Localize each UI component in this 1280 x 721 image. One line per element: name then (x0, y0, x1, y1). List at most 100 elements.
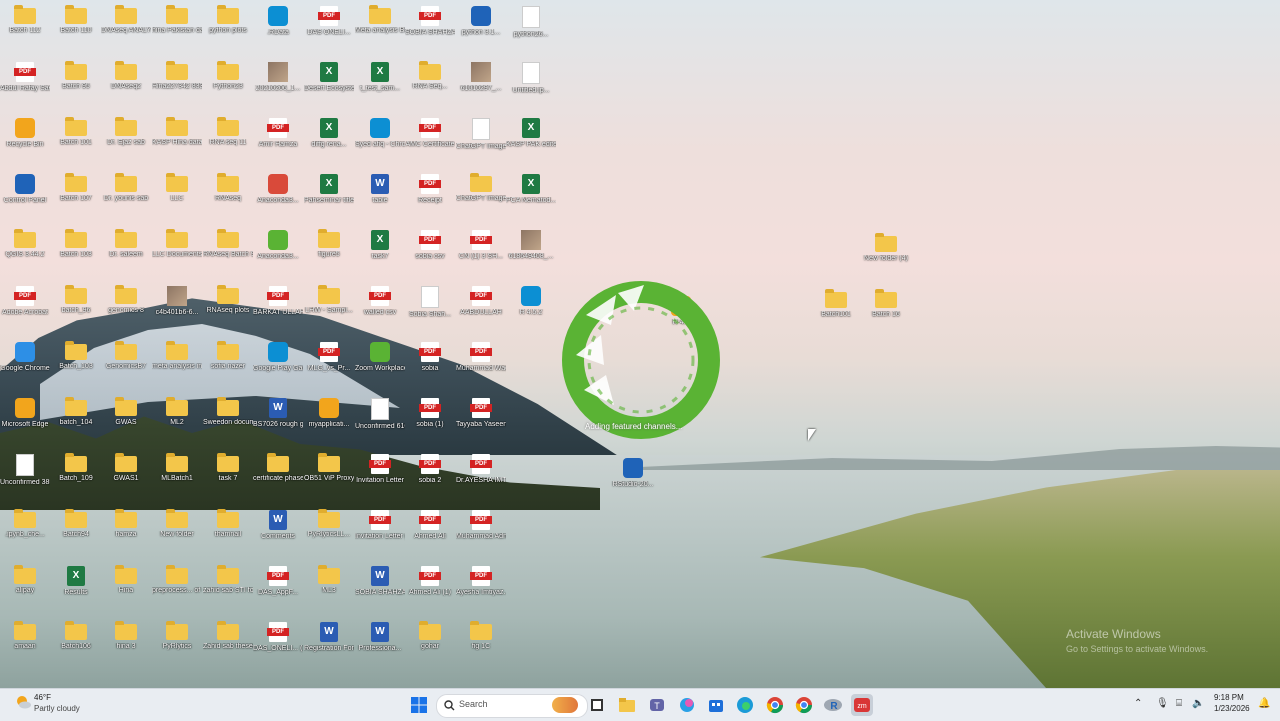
desktop-icon[interactable]: KASP PAK edited (1) (506, 112, 556, 166)
desktop-icon[interactable]: Dr. younis sab (101, 168, 151, 222)
desktop-icon[interactable]: Python23 (203, 56, 253, 110)
desktop-icon[interactable]: Batch_109 (51, 448, 101, 502)
desktop-icon[interactable]: python 3.1... (456, 0, 506, 54)
desktop-icon[interactable]: QGIS 3.44.2 (0, 224, 50, 278)
desktop-icon[interactable]: Professiona... (355, 616, 405, 670)
desktop-icon[interactable]: DAS ONELI... (304, 0, 354, 54)
desktop-icon[interactable]: Untitled.ip... (506, 56, 556, 110)
desktop-icon[interactable]: .ipynb_che... (0, 504, 50, 558)
desktop-icon[interactable]: RNAseq Batch 9 (203, 224, 253, 278)
start-icon[interactable] (408, 694, 430, 716)
desktop-icon[interactable]: RNAseq plots (203, 280, 253, 334)
desktop-icon[interactable]: Tayyaba Yaseen (456, 392, 506, 446)
desktop-icon[interactable]: Batch 112 (0, 0, 50, 54)
desktop-icon[interactable]: Pahseminar title (304, 168, 354, 222)
microphone-icon[interactable]: 🎙 (1156, 698, 1169, 709)
desktop-icon[interactable]: Batch 103 (51, 224, 101, 278)
weather-icon[interactable] (14, 693, 32, 711)
desktop-icon[interactable]: MLBatch1 (152, 448, 202, 502)
desktop-icon[interactable]: Registration Form (304, 616, 354, 670)
desktop-icon[interactable]: DNAseq ANALYSIS IMP (101, 0, 151, 54)
desktop-icon[interactable]: gohar (405, 616, 455, 670)
volume-icon[interactable]: 🔈 (1192, 698, 1204, 709)
desktop-icon[interactable]: ChatGPT Image Jan 1... (456, 168, 506, 222)
desktop-icon[interactable]: Dr.AYESHA IMTIYAZ ... (456, 448, 506, 502)
desktop-icon[interactable]: Invitation Letter (355, 448, 405, 502)
desktop-icon[interactable]: Muhammad Adnan Afzal (456, 504, 506, 558)
desktop-icon[interactable]: KASP Hina data (152, 112, 202, 166)
desktop-icon[interactable]: alipay (0, 560, 50, 614)
desktop-icon[interactable]: t_test_sam... (355, 56, 405, 110)
desktop-icon[interactable]: Desert Ecosystem... (304, 56, 354, 110)
desktop-icon[interactable]: sobia (1) (405, 392, 455, 446)
file-explorer-icon[interactable] (616, 694, 638, 716)
desktop-icon[interactable]: task7 (355, 224, 405, 278)
desktop-icon[interactable]: Sobia Shah... (405, 280, 455, 334)
desktop-icon[interactable]: figure5 (304, 224, 354, 278)
desktop-icon[interactable]: PyRlyticsLL... (304, 504, 354, 558)
desktop-icon[interactable]: sobia (405, 336, 455, 390)
desktop-icon[interactable]: sobia csv (405, 224, 455, 278)
edge-icon[interactable] (734, 694, 756, 716)
desktop-icon[interactable]: python plots (203, 0, 253, 54)
desktop-icon[interactable]: GenomicsB7 (101, 336, 151, 390)
desktop-icon[interactable]: New folder (152, 504, 202, 558)
desktop-icon[interactable]: LLC (152, 168, 202, 222)
desktop-icon[interactable]: Muhammad Waqas (456, 336, 506, 390)
network-icon[interactable]: ⌸ (1176, 698, 1182, 709)
desktop-icon[interactable]: Dr. saleem (101, 224, 151, 278)
desktop-icon[interactable]: Batch_103 (51, 336, 101, 390)
r-icon[interactable]: R (822, 694, 844, 716)
desktop-icon[interactable]: hina Pakistan data (152, 0, 202, 54)
desktop-icon[interactable]: AMC Certificate (405, 112, 455, 166)
desktop-icon[interactable]: GWAS (101, 392, 151, 446)
desktop-icon[interactable]: BS7026 rough guide indivi... (253, 392, 303, 446)
desktop-icon[interactable]: Hina227342 8333885 (152, 56, 202, 110)
chrome-icon[interactable] (764, 694, 786, 716)
desktop-icon[interactable]: Ahmed Ali (1) (405, 560, 455, 614)
desktop-icon[interactable]: DAS_ONELI... (1) (253, 616, 303, 670)
desktop-icon[interactable]: c4b401b6-6... (152, 280, 202, 334)
desktop-icon[interactable]: 61010297_... (456, 56, 506, 110)
desktop-icon[interactable]: RNA seq 11 (203, 112, 253, 166)
desktop-icon[interactable]: hina 3 (101, 616, 151, 670)
desktop-icon[interactable]: batch_104 (51, 392, 101, 446)
desktop-icon[interactable]: Anaconda3... (253, 224, 303, 278)
desktop-icon[interactable]: Adobe Acrobat (0, 280, 50, 334)
desktop-icon[interactable]: Google Chrome (0, 336, 50, 390)
desktop-icon[interactable]: 20210206_1... (253, 56, 303, 110)
desktop-icon[interactable]: thamnail (203, 504, 253, 558)
clock-time[interactable]: 9:18 PM (1214, 693, 1244, 702)
desktop-icon[interactable]: GWAS1 (101, 448, 151, 502)
desktop-icon[interactable]: Batch106 (51, 616, 101, 670)
desktop-icon[interactable]: table (355, 168, 405, 222)
desktop-icon[interactable]: Anaconda3... (253, 168, 303, 222)
desktop-icon[interactable]: meta analysis in R (152, 336, 202, 390)
desktop-icon[interactable]: Abdul Rafay Saeed (0, 56, 50, 110)
desktop-icon[interactable]: LHW - Sampl... (304, 280, 354, 334)
desktop-icon[interactable]: ChatGPT Image Jan 1... (456, 112, 506, 166)
desktop-icon[interactable]: python26... (506, 0, 556, 54)
desktop-icon[interactable]: task 7 (203, 448, 253, 502)
desktop-icon[interactable]: certificate phase 2 (253, 448, 303, 502)
desktop-icon[interactable]: RStudio-20... (608, 452, 658, 506)
desktop-icon[interactable]: RNA Seq... (405, 56, 455, 110)
desktop-icon[interactable]: Results (51, 560, 101, 614)
desktop-icon[interactable]: AABDULLAH (456, 280, 506, 334)
desktop-icon[interactable]: Ayesha Imtiyaz... (456, 560, 506, 614)
desktop-icon[interactable]: Batch94 (51, 504, 101, 558)
desktop-icon[interactable]: diffg rena... (304, 112, 354, 166)
desktop-icon[interactable]: Receipt (405, 168, 455, 222)
desktop-icon[interactable]: myapplicati... (304, 392, 354, 446)
desktop-icon[interactable]: Microsoft Edge (0, 392, 50, 446)
desktop-icon[interactable]: Google Play Games (253, 336, 303, 390)
task-view-icon[interactable] (586, 694, 608, 716)
desktop-icon[interactable]: Comments (253, 504, 303, 558)
desktop-icon[interactable]: Hina (101, 560, 151, 614)
desktop-icon[interactable]: sofia nazer (203, 336, 253, 390)
desktop-icon[interactable]: DNAseq2 (101, 56, 151, 110)
desktop-icon[interactable]: Batch 107 (51, 168, 101, 222)
weather-temperature[interactable]: 46°F (34, 693, 51, 702)
zoom-icon[interactable]: zm (851, 694, 873, 716)
desktop-icon[interactable]: hamza (101, 504, 151, 558)
